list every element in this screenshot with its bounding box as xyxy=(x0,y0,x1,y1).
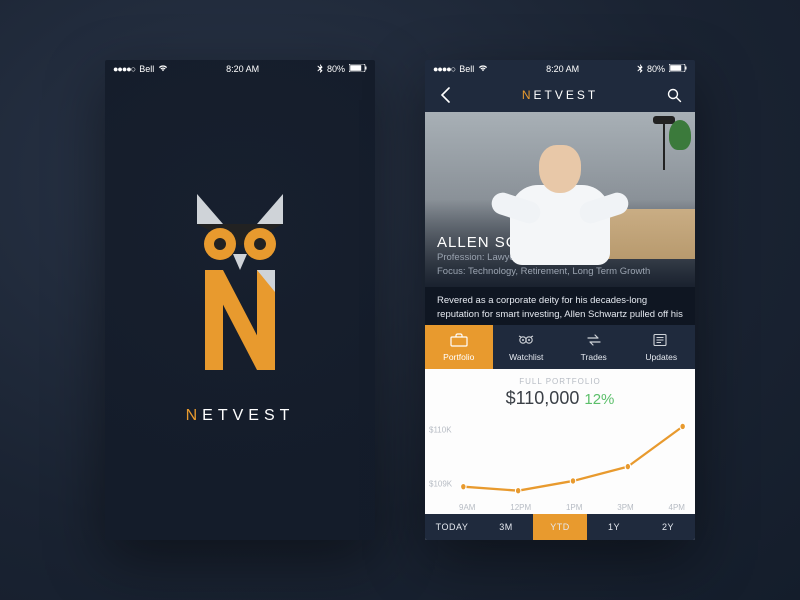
nav-bar: NETVEST xyxy=(425,78,695,112)
tab-label: Watchlist xyxy=(509,352,543,362)
tab-watchlist[interactable]: Watchlist xyxy=(493,325,561,369)
portfolio-chart[interactable]: $110K $109K xyxy=(425,409,695,503)
phone-splash: ●●●●○ Bell 8:20 AM 80% xyxy=(105,60,375,540)
battery-label: 80% xyxy=(327,64,345,74)
line-chart-svg xyxy=(457,413,689,503)
status-bar: ●●●●○ Bell 8:20 AM 80% xyxy=(425,60,695,78)
exchange-icon xyxy=(585,333,603,349)
brand-mid: ET xyxy=(202,407,232,424)
carrier-label: Bell xyxy=(459,64,474,74)
portfolio-value: $110,000 12% xyxy=(425,388,695,409)
news-icon xyxy=(652,333,670,349)
timeframe-2y[interactable]: 2Y xyxy=(641,514,695,540)
timeframe-1y[interactable]: 1Y xyxy=(587,514,641,540)
timeframe-today[interactable]: TODAY xyxy=(425,514,479,540)
tab-label: Trades xyxy=(581,352,607,362)
nav-title: NETVEST xyxy=(522,88,598,102)
profile-hero: ALLEN SCHWARTZ Profession: Lawyer Focus:… xyxy=(425,112,695,287)
status-bar: ●●●●○ Bell 8:20 AM 80% xyxy=(105,60,375,78)
clock-label: 8:20 AM xyxy=(226,64,259,74)
tab-updates[interactable]: Updates xyxy=(628,325,696,369)
timeframe-3m[interactable]: 3M xyxy=(479,514,533,540)
battery-icon xyxy=(349,64,367,74)
timeframe-ytd[interactable]: YTD xyxy=(533,514,587,540)
y-tick: $109K xyxy=(429,480,452,489)
portfolio-pct: 12% xyxy=(584,391,614,408)
briefcase-icon xyxy=(450,333,468,349)
wifi-icon xyxy=(478,64,488,74)
bluetooth-icon xyxy=(637,64,643,75)
clock-label: 8:20 AM xyxy=(546,64,579,74)
tab-trades[interactable]: Trades xyxy=(560,325,628,369)
timeframe-bar: TODAY 3M YTD 1Y 2Y xyxy=(425,514,695,540)
hero-image xyxy=(425,112,695,287)
signal-dots-icon: ●●●●○ xyxy=(433,64,455,74)
brand-wordmark: NETVEST xyxy=(186,407,295,425)
owl-icon xyxy=(517,333,535,349)
brand-pre: N xyxy=(186,407,203,424)
battery-icon xyxy=(669,64,687,74)
profile-bio: Revered as a corporate deity for his dec… xyxy=(425,287,695,325)
tab-label: Portfolio xyxy=(443,352,474,362)
tab-label: Updates xyxy=(645,352,677,362)
carrier-label: Bell xyxy=(139,64,154,74)
owl-logo xyxy=(175,194,305,389)
portfolio-label: FULL PORTFOLIO xyxy=(425,377,695,386)
section-tabs: Portfolio Watchlist Trades Updates xyxy=(425,325,695,369)
bluetooth-icon xyxy=(317,64,323,75)
brand-post: VEST xyxy=(233,407,295,424)
search-button[interactable] xyxy=(665,85,685,105)
wifi-icon xyxy=(158,64,168,74)
splash-content: NETVEST xyxy=(105,78,375,540)
portfolio-panel: FULL PORTFOLIO $110,000 12% $110K $109K … xyxy=(425,369,695,540)
phone-profile: ●●●●○ Bell 8:20 AM 80% NETVEST xyxy=(425,60,695,540)
back-button[interactable] xyxy=(435,85,455,105)
y-tick: $110K xyxy=(429,425,452,434)
battery-label: 80% xyxy=(647,64,665,74)
tab-portfolio[interactable]: Portfolio xyxy=(425,325,493,369)
signal-dots-icon: ●●●●○ xyxy=(113,64,135,74)
